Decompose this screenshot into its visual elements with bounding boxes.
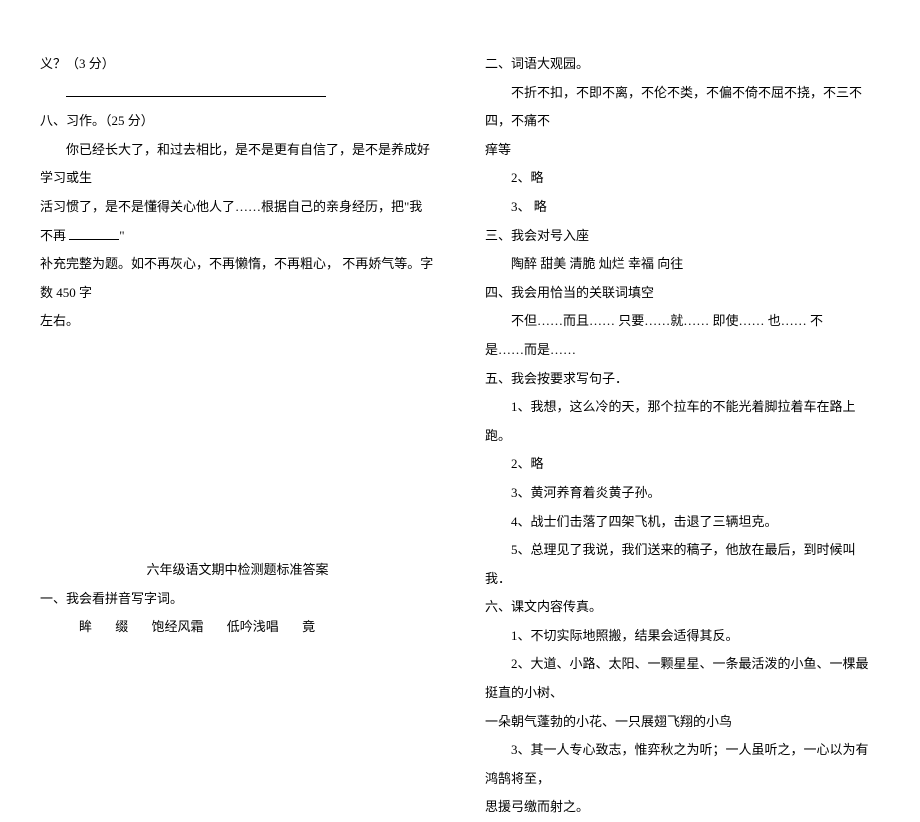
answer5-heading: 五、我会按要求写句子． <box>485 365 880 394</box>
pinyin-b: 缀 <box>115 619 128 634</box>
blank-field <box>69 227 119 240</box>
question-end: 义？（3 分） <box>40 50 435 79</box>
left-column: 义？（3 分） 八、习作。（25 分） 你已经长大了，和过去相比，是不是更有自信… <box>40 50 435 621</box>
answer3-heading: 三、我会对号入座 <box>485 222 880 251</box>
answer5-item5: 5、总理见了我说，我们送来的稿子，他放在最后，到时候叫我． <box>485 536 880 593</box>
answer2-line2: 痒等 <box>485 136 880 165</box>
writing-prompt-line4: 左右。 <box>40 307 435 336</box>
answer2-item2: 2、略 <box>485 164 880 193</box>
writing-prompt-line2: 活习惯了，是不是懂得关心他人了……根据自己的亲身经历，把"我不再 " <box>40 193 435 250</box>
writing-prompt-line3: 补充完整为题。如不再灰心，不再懒惰，不再粗心， 不再娇气等。字数 450 字 <box>40 250 435 307</box>
pinyin-row: 眸 缀 饱经风霜 低吟浅唱 竟 <box>40 613 435 642</box>
section-8-heading: 八、习作。（25 分） <box>40 107 435 136</box>
answer2-line1: 不折不扣，不即不离，不伦不类，不偏不倚不屈不挠，不三不四，不痛不 <box>485 79 880 136</box>
answer-title: 六年级语文期中检测题标准答案 <box>40 556 435 585</box>
answer4-line1: 不但……而且…… 只要……就…… 即使…… 也…… 不 <box>485 307 880 336</box>
answer3-line: 陶醉 甜美 清脆 灿烂 幸福 向往 <box>485 250 880 279</box>
answer4-heading: 四、我会用恰当的关联词填空 <box>485 279 880 308</box>
answer4-line2: 是……而是…… <box>485 336 880 365</box>
answer6-item1: 1、不切实际地照搬，结果会适得其反。 <box>485 622 880 651</box>
pinyin-d: 低吟浅唱 <box>227 619 279 634</box>
writing-prompt-line1: 你已经长大了，和过去相比，是不是更有自信了，是不是养成好学习或生 <box>40 136 435 193</box>
writing-line2b: " <box>119 228 124 243</box>
pinyin-a: 眸 <box>79 619 92 634</box>
answer6-item3a: 3、其一人专心致志，惟弈秋之为听；一人虽听之，一心以为有鸿鹄将至， <box>485 736 880 793</box>
pinyin-c: 饱经风霜 <box>152 619 204 634</box>
answer2-heading: 二、词语大观园。 <box>485 50 880 79</box>
answer6-heading: 六、课文内容传真。 <box>485 593 880 622</box>
answer6-item2b: 一朵朝气蓬勃的小花、一只展翅飞翔的小鸟 <box>485 708 880 737</box>
answer1-heading: 一、我会看拼音写字词。 <box>40 585 435 614</box>
answer5-item1: 1、我想，这么冷的天，那个拉车的不能光着脚拉着车在路上跑。 <box>485 393 880 450</box>
spacer <box>40 336 435 556</box>
answer2-item3: 3、 略 <box>485 193 880 222</box>
underline-blank <box>40 79 435 108</box>
answer5-item3: 3、黄河养育着炎黄子孙。 <box>485 479 880 508</box>
pinyin-e: 竟 <box>302 619 315 634</box>
answer6-item2a: 2、大道、小路、太阳、一颗星星、一条最活泼的小鱼、一棵最挺直的小树、 <box>485 650 880 707</box>
right-column: 二、词语大观园。 不折不扣，不即不离，不伦不类，不偏不倚不屈不挠，不三不四，不痛… <box>485 50 880 621</box>
answer5-item2: 2、略 <box>485 450 880 479</box>
answer5-item4: 4、战士们击落了四架飞机，击退了三辆坦克。 <box>485 508 880 537</box>
answer6-item3b: 思援弓缴而射之。 <box>485 793 880 822</box>
